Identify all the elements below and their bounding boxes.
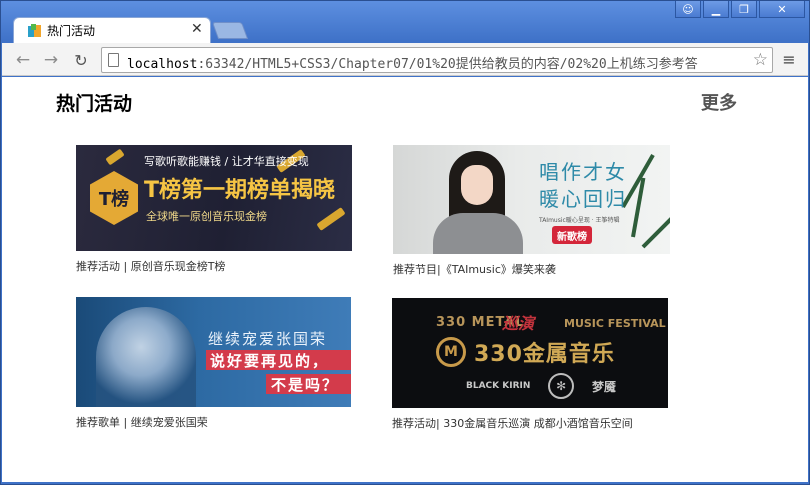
url-host: localhost: [127, 57, 198, 72]
band-logo: ✻: [548, 373, 575, 399]
new-song-badge: 新歌榜: [552, 226, 592, 244]
restore-button[interactable]: ❐: [731, 1, 757, 18]
new-tab-button[interactable]: [211, 22, 249, 39]
card-image-taimusic[interactable]: 唱作才女 暖心回归 TAImusic暖心呈现 · 王筝特辑 新歌榜: [393, 145, 670, 254]
card-caption[interactable]: 推荐歌单 | 继续宠爱张国荣: [76, 414, 351, 430]
activity-card: 唱作才女 暖心回归 TAImusic暖心呈现 · 王筝特辑 新歌榜 推荐节目|《…: [393, 145, 670, 277]
bookmark-star-icon[interactable]: ☆: [753, 50, 768, 70]
singer-photo: [433, 151, 523, 254]
image-text: 巡演: [502, 314, 535, 333]
band-logo: 梦魇: [591, 379, 616, 394]
minimize-button[interactable]: ▁: [703, 1, 729, 18]
reload-icon[interactable]: ↻: [70, 49, 92, 71]
card-caption[interactable]: 推荐活动 | 原创音乐现金榜T榜: [76, 258, 352, 274]
close-window-button[interactable]: ✕: [759, 1, 805, 18]
activity-card: T榜 写歌听歌能赚钱 / 让才华直接变现 T榜第一期榜单揭晓 全球唯一原创音乐现…: [76, 145, 352, 274]
decoration: [105, 148, 125, 166]
band-logo: BLACK KIRIN: [466, 381, 531, 391]
image-text: MUSIC FESTIVAL: [564, 317, 666, 330]
tbang-logo: T榜: [90, 171, 138, 225]
card-image-leslie[interactable]: 继续宠爱张国荣 说好要再见的， 不是吗？: [76, 297, 351, 407]
image-headline: 330金属音乐: [474, 342, 615, 367]
image-headline: 继续宠爱张国荣: [208, 330, 328, 348]
page-icon: [108, 53, 119, 67]
decoration: [316, 207, 346, 231]
band-logos: BLACK KIRIN ✻ 梦魇: [466, 368, 616, 404]
browser-toolbar: ← → ↻ localhost:63342/HTML5+CSS3/Chapter…: [2, 43, 808, 76]
image-text: 写歌听歌能赚钱 / 让才华直接变现: [144, 155, 309, 168]
metal-logo: M: [436, 337, 466, 367]
card-image-tbang[interactable]: T榜 写歌听歌能赚钱 / 让才华直接变现 T榜第一期榜单揭晓 全球唯一原创音乐现…: [76, 145, 352, 251]
page-content: 热门活动 更多 T榜 写歌听歌能赚钱 / 让才华直接变现 T榜第一期榜单揭晓 全…: [2, 77, 808, 482]
browser-window: ☺ ▁ ❐ ✕ 热门活动 ✕ ← → ↻ localhost:63342/HTM…: [0, 0, 810, 485]
menu-icon[interactable]: ≡: [781, 50, 797, 69]
activity-card: 330 METAL 巡演 MUSIC FESTIVAL M 330金属音乐 BL…: [392, 298, 668, 431]
card-caption[interactable]: 推荐活动| 330金属音乐巡演 成都小酒馆音乐空间: [392, 415, 668, 431]
card-caption[interactable]: 推荐节目|《TAImusic》爆笑来袭: [393, 261, 670, 277]
image-text: 全球唯一原创音乐现金榜: [146, 210, 267, 223]
activity-card: 继续宠爱张国荣 说好要再见的， 不是吗？ 推荐歌单 | 继续宠爱张国荣: [76, 297, 351, 430]
close-tab-icon[interactable]: ✕: [191, 21, 203, 37]
url-path: :63342/HTML5+CSS3/Chapter07/01%20提供给教员的内…: [197, 57, 698, 72]
window-controls: ☺ ▁ ❐ ✕: [675, 1, 805, 18]
image-headline: 唱作才女: [539, 160, 627, 184]
image-headline: 暖心回归: [539, 187, 627, 211]
card-image-metal[interactable]: 330 METAL 巡演 MUSIC FESTIVAL M 330金属音乐 BL…: [392, 298, 668, 408]
browser-tab[interactable]: 热门活动 ✕: [13, 17, 211, 43]
page-title: 热门活动: [56, 93, 133, 115]
portrait: [96, 307, 196, 407]
image-text: 不是吗？: [271, 376, 340, 394]
favicon-icon: [28, 24, 41, 37]
user-icon[interactable]: ☺: [675, 1, 701, 18]
image-text: TAImusic暖心呈现 · 王筝特辑: [539, 217, 620, 224]
leaf-decoration: [641, 203, 670, 249]
image-text: 说好要再见的，: [210, 352, 330, 370]
more-link[interactable]: 更多: [701, 89, 737, 115]
tab-title: 热门活动: [47, 24, 96, 38]
back-arrow-icon[interactable]: ←: [12, 49, 34, 71]
image-headline: T榜第一期榜单揭晓: [144, 178, 336, 203]
url-text[interactable]: localhost:63342/HTML5+CSS3/Chapter07/01%…: [127, 53, 749, 72]
forward-arrow-icon[interactable]: →: [40, 49, 62, 71]
address-bar[interactable]: localhost:63342/HTML5+CSS3/Chapter07/01%…: [101, 47, 773, 73]
